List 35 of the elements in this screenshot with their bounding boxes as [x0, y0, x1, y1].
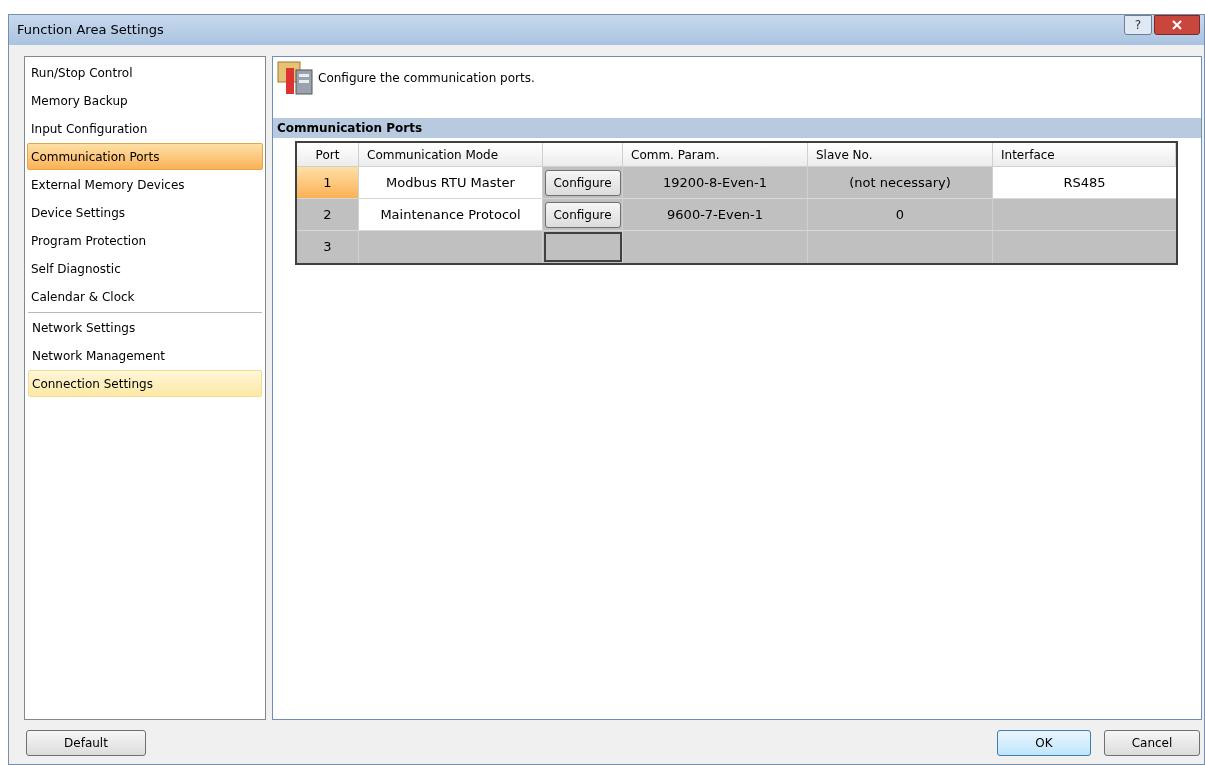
table-cell: 9600-7-Even-1 [623, 199, 808, 230]
section-header: Communication Ports [273, 118, 1201, 138]
table-cell: Maintenance Protocol [359, 199, 543, 230]
column-header: Interface [1001, 146, 1055, 164]
table-cell: 19200-8-Even-1 [623, 167, 808, 198]
sidebar-item[interactable]: Network Settings [28, 314, 262, 341]
close-button[interactable] [1154, 15, 1200, 35]
ok-button[interactable]: OK [997, 730, 1091, 756]
sidebar-item[interactable]: Communication Ports [27, 143, 263, 170]
configure-button[interactable]: Configure [544, 201, 621, 228]
port-cell[interactable]: 1 [297, 167, 359, 198]
panel-description: Configure the communication ports. [318, 70, 535, 87]
sidebar-item[interactable]: Device Settings [27, 199, 263, 226]
sidebar-item[interactable]: Run/Stop Control [27, 59, 263, 86]
default-button[interactable]: Default [26, 730, 146, 756]
help-button[interactable]: ? [1124, 15, 1152, 35]
sidebar-item[interactable]: Memory Backup [27, 87, 263, 114]
column-header: Comm. Param. [631, 146, 720, 164]
sidebar-item[interactable]: Input Configuration [27, 115, 263, 142]
cancel-button[interactable]: Cancel [1104, 730, 1200, 756]
close-icon [1172, 20, 1182, 30]
sidebar-item[interactable]: Calendar & Clock [27, 283, 263, 310]
window-title: Function Area Settings [17, 21, 164, 40]
ports-icon [276, 60, 316, 96]
sidebar-item[interactable]: External Memory Devices [27, 171, 263, 198]
sidebar-item[interactable]: Self Diagnostic [27, 255, 263, 282]
sidebar-item[interactable]: Network Management [28, 342, 262, 369]
table-cell: Modbus RTU Master [359, 167, 543, 198]
column-header: Communication Mode [367, 146, 499, 164]
table-cell: RS485 [993, 167, 1176, 198]
sidebar-item[interactable]: Connection Settings [28, 370, 262, 397]
column-header: Slave No. [816, 146, 873, 164]
sidebar-item[interactable]: Program Protection [27, 227, 263, 254]
configure-button[interactable]: Configure [544, 169, 621, 196]
column-header: Port [315, 146, 340, 164]
